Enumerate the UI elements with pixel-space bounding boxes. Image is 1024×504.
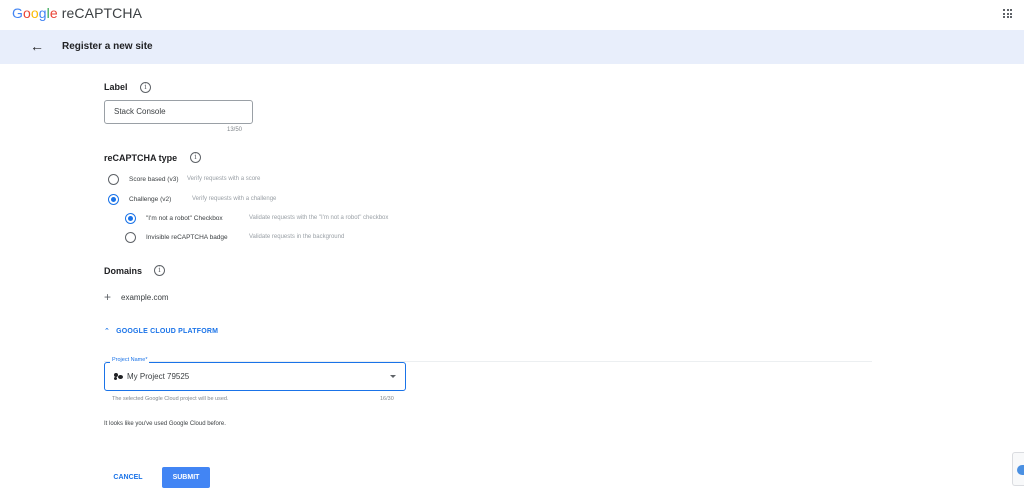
label-input[interactable]: Stack Console: [104, 100, 253, 124]
domains-heading: Domains: [104, 266, 143, 276]
suboption-description: Validate requests in the background: [249, 234, 345, 240]
arrow-back-icon[interactable]: ←: [30, 38, 44, 54]
radio-checkbox-v2[interactable]: [125, 213, 136, 224]
project-char-counter: 16/30: [380, 396, 394, 402]
logo-letter: e: [49, 5, 58, 21]
logo-letter: g: [38, 5, 47, 21]
label-heading: Label: [104, 82, 128, 92]
recaptcha-type-heading: reCAPTCHA type: [104, 153, 178, 163]
gcp-note: It looks like you've used Google Cloud b…: [104, 421, 226, 427]
suboption-label: "I'm not a robot" Checkbox: [146, 215, 223, 222]
plus-icon[interactable]: +: [104, 290, 111, 304]
google-recaptcha-logo[interactable]: Google reCAPTCHA: [12, 5, 142, 21]
project-name-label: Project Name*: [110, 357, 150, 363]
option-label: Challenge (v2): [129, 196, 172, 203]
apps-grid-icon[interactable]: [1003, 9, 1012, 18]
option-label: Score based (v3): [129, 176, 179, 183]
info-icon[interactable]: i: [154, 265, 165, 276]
option-description: Verify requests with a challenge: [192, 196, 277, 202]
logo-letter: G: [12, 5, 23, 21]
gcp-toggle-label: GOOGLE CLOUD PLATFORM: [116, 328, 219, 335]
radio-challenge[interactable]: [108, 194, 119, 205]
project-name-value: My Project 79525: [127, 372, 190, 381]
recaptcha-badge-icon: [1017, 465, 1024, 475]
label-char-counter: 13/50: [227, 127, 243, 133]
product-name: reCAPTCHA: [61, 5, 143, 21]
recaptcha-badge[interactable]: [1012, 452, 1024, 486]
logo-letter: o: [30, 5, 39, 21]
dropdown-arrow-icon[interactable]: [390, 375, 396, 378]
logo-letter: o: [23, 5, 31, 21]
chevron-up-icon: ⌃: [104, 328, 111, 335]
gcp-section-toggle[interactable]: ⌃ GOOGLE CLOUD PLATFORM: [104, 327, 218, 335]
radio-score-based[interactable]: [108, 174, 119, 185]
info-icon[interactable]: i: [190, 152, 201, 163]
radio-invisible-badge[interactable]: [125, 232, 136, 243]
cancel-button[interactable]: CANCEL: [104, 467, 152, 488]
suboption-description: Validate requests with the "I'm not a ro…: [249, 215, 389, 221]
project-icon: [114, 373, 123, 380]
domain-entry[interactable]: example.com: [121, 293, 169, 302]
page-title: Register a new site: [62, 41, 153, 52]
option-description: Verify requests with a score: [187, 176, 261, 182]
suboption-label: Invisible reCAPTCHA badge: [146, 234, 228, 241]
top-bar: Google reCAPTCHA: [0, 0, 1024, 30]
info-icon[interactable]: i: [140, 82, 151, 93]
project-hint-text: The selected Google Cloud project will b…: [112, 396, 229, 402]
page-header: ← Register a new site: [0, 30, 1024, 64]
submit-button[interactable]: SUBMIT: [162, 467, 210, 488]
